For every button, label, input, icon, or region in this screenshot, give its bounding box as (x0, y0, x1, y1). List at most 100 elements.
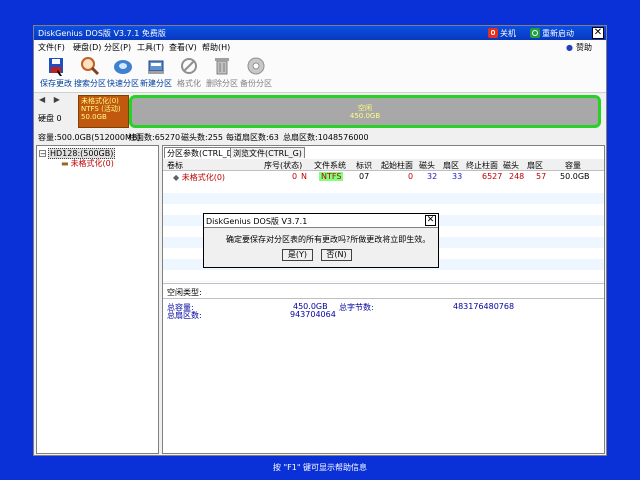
detail-pane: 分区参数(CTRL_D) 浏览文件(CTRL_G) 卷标 序号(状态) 文件系统… (162, 145, 605, 454)
donate-label: 赞助 (576, 43, 592, 52)
next-disk-icon[interactable]: ▶ (54, 95, 60, 104)
restart-icon (530, 28, 540, 38)
col-start-sector: 扇区 (443, 161, 459, 170)
backup-icon (246, 56, 266, 76)
partition-block-size: 50.0GB (81, 113, 107, 121)
disk-cylinders: 柱面数:65270 (128, 133, 181, 142)
prev-disk-icon[interactable]: ◀ (39, 95, 45, 104)
disk-tree: − HD128:(500GB) ▬ 未格式化(0) (36, 145, 159, 454)
disk-nav: ◀ ▶ (39, 95, 60, 104)
menu-view[interactable]: 查看(V) (169, 42, 197, 53)
disk-heads: 磁头数:255 (181, 133, 223, 142)
menu-bar: 文件(F) 硬盘(D) 分区(P) 工具(T) 查看(V) 帮助(H) ● 赞助 (34, 40, 606, 54)
disk-sectors-per-track: 每道扇区数:63 (226, 133, 279, 142)
col-size: 容量 (565, 161, 581, 170)
restart-label: 重新启动 (542, 28, 574, 38)
tab-browse-files[interactable]: 浏览文件(CTRL_G) (230, 147, 305, 158)
menu-tools[interactable]: 工具(T) (137, 42, 164, 53)
donate-icon: ● (566, 43, 573, 52)
close-button[interactable]: ✕ (592, 27, 604, 39)
donate-link[interactable]: ● 赞助 (566, 42, 592, 53)
col-index: 序号(状态) (264, 161, 303, 170)
free-space-block[interactable]: 空闲 450.0GB (129, 95, 601, 128)
row-label: ◆ 未格式化(0) (173, 172, 225, 183)
dialog-title-bar: DiskGenius DOS版 V3.7.1 ✕ (204, 214, 438, 228)
magnifier-icon (80, 56, 100, 76)
row-size: 50.0GB (560, 172, 590, 181)
free-space-name: 空闲 (358, 104, 372, 112)
dialog-close-button[interactable]: ✕ (425, 215, 436, 226)
power-icon (488, 28, 498, 38)
confirm-dialog: DiskGenius DOS版 V3.7.1 ✕ 确定要保存对分区表的所有更改吗… (203, 213, 439, 268)
partition-icon: ▬ (61, 159, 69, 168)
save-changes-button[interactable]: 保存更改 (40, 56, 72, 89)
col-label: 卷标 (167, 161, 183, 170)
total-bytes-label: 总字节数: (339, 303, 374, 312)
restart-button[interactable]: 重新启动 (530, 27, 574, 39)
disk-capacity: 容量:500.0GB(512000MB) (38, 133, 141, 142)
dialog-message: 确定要保存对分区表的所有更改吗?所做更改将立即生效。 (226, 235, 431, 244)
delete-partition-label: 删除分区 (206, 79, 238, 88)
menu-disk[interactable]: 硬盘(D) (73, 42, 101, 53)
trash-icon (212, 56, 232, 76)
col-end-head: 磁头 (503, 161, 519, 170)
col-start-head: 磁头 (419, 161, 435, 170)
search-partition-label: 搜索分区 (74, 79, 106, 88)
disk-total-sectors: 总扇区数:1048576000 (283, 133, 369, 142)
row-end-sector: 57 (536, 172, 547, 181)
disk-label: 硬盘 0 (38, 114, 62, 123)
col-end-sector: 扇区 (527, 161, 543, 170)
window-title: DiskGenius DOS版 V3.7.1 免费版 (38, 29, 166, 38)
row-start-sector: 33 (452, 172, 463, 181)
col-end-cyl: 终止柱面 (466, 161, 498, 170)
toolbar: 保存更改 搜索分区 快速分区 新建分区 格式化 删除分区 备份分区 (34, 54, 606, 93)
new-partition-icon (146, 56, 166, 76)
save-changes-label: 保存更改 (40, 79, 72, 88)
divider (163, 298, 604, 299)
row-end-cyl: 6527 (482, 172, 503, 181)
row-start-head: 32 (427, 172, 438, 181)
save-icon (46, 56, 66, 76)
dialog-title: DiskGenius DOS版 V3.7.1 (206, 217, 308, 226)
format-icon (179, 56, 199, 76)
backup-partition-button[interactable]: 备份分区 (240, 56, 272, 89)
row-fs-text: NTFS (319, 172, 344, 181)
shutdown-button[interactable]: 关机 (488, 27, 516, 39)
table-row[interactable]: ◆ 未格式化(0) 0 N NTFS 07 0 32 33 6527 248 5… (163, 171, 604, 183)
yes-button[interactable]: 是(Y) (282, 249, 313, 261)
search-partition-button[interactable]: 搜索分区 (74, 56, 106, 89)
disk-map: ◀ ▶ 硬盘 0 未格式化(0) NTFS (活动) 50.0GB 空闲 450… (34, 93, 606, 131)
delete-partition-button[interactable]: 删除分区 (206, 56, 238, 89)
total-sectors-value: 943704064 (290, 310, 336, 319)
tab-partition-params[interactable]: 分区参数(CTRL_D) (164, 147, 239, 158)
menu-partition[interactable]: 分区(P) (104, 42, 131, 53)
backup-partition-label: 备份分区 (240, 79, 272, 88)
divider (163, 283, 604, 284)
tree-partition-node[interactable]: ▬ 未格式化(0) (61, 158, 114, 169)
status-bar: 按 "F1" 键可显示帮助信息 (272, 463, 368, 472)
title-bar: DiskGenius DOS版 V3.7.1 免费版 关机 重新启动 ✕ (34, 26, 606, 40)
new-partition-label: 新建分区 (140, 79, 172, 88)
col-start-cyl: 起始柱面 (381, 161, 413, 170)
quick-partition-label: 快速分区 (107, 79, 139, 88)
no-button[interactable]: 否(N) (321, 249, 352, 261)
col-fs: 文件系统 (314, 161, 346, 170)
format-button[interactable]: 格式化 (177, 56, 201, 89)
row-end-head: 248 (509, 172, 525, 181)
new-partition-button[interactable]: 新建分区 (140, 56, 172, 89)
format-label: 格式化 (177, 79, 201, 88)
total-sectors-label: 总扇区数: (167, 311, 202, 320)
disk-info-bar: 容量:500.0GB(512000MB) 柱面数:65270 磁头数:255 每… (34, 131, 606, 144)
collapse-icon[interactable]: − (39, 150, 46, 158)
disk-icon (113, 56, 133, 76)
partition-block-name: 未格式化(0) (81, 97, 119, 105)
menu-file[interactable]: 文件(F) (38, 42, 65, 53)
quick-partition-button[interactable]: 快速分区 (107, 56, 139, 89)
free-type-label: 空闲类型: (167, 288, 202, 297)
partition-block[interactable]: 未格式化(0) NTFS (活动) 50.0GB (78, 95, 129, 128)
row-fs: NTFS (319, 172, 344, 181)
menu-help[interactable]: 帮助(H) (202, 42, 230, 53)
tree-partition-label: 未格式化(0) (70, 159, 114, 168)
row-id: 07 (359, 172, 370, 181)
total-bytes-value: 483176480768 (453, 302, 515, 311)
